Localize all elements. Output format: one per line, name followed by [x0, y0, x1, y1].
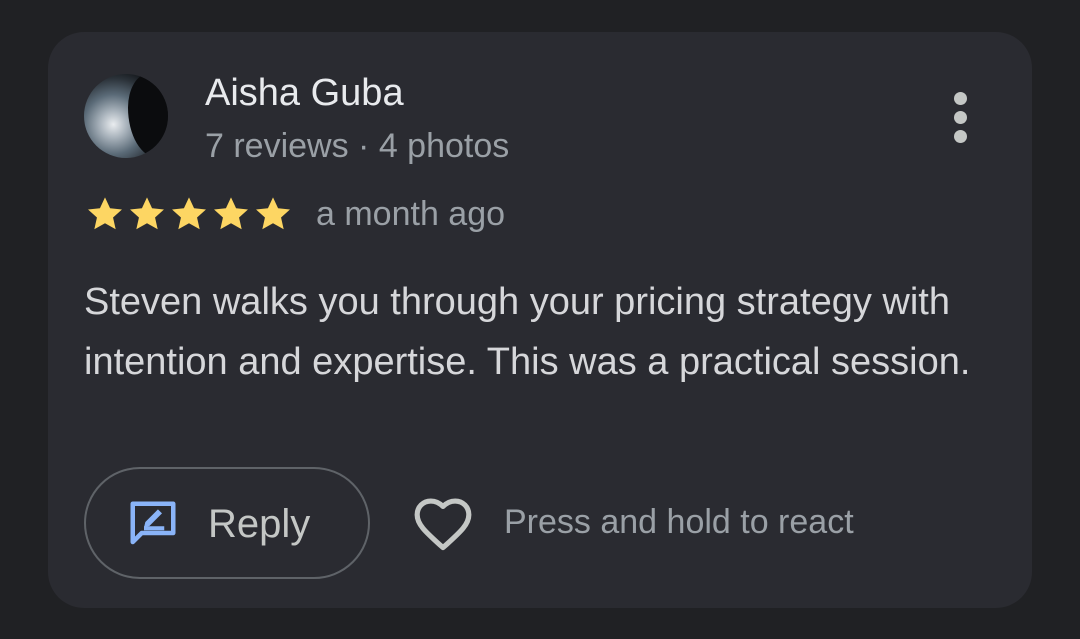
star-icon — [172, 197, 206, 230]
author-name[interactable]: Aisha Guba — [205, 70, 404, 116]
rating-row: a month ago — [84, 192, 505, 236]
react-hint: Press and hold to react — [504, 503, 854, 541]
star-rating — [84, 193, 294, 235]
star-icon — [88, 197, 122, 230]
more-dot — [953, 92, 967, 105]
reply-label: Reply — [208, 502, 311, 546]
avatar[interactable] — [84, 74, 168, 158]
star-icon — [256, 197, 290, 230]
review-card: Aisha Guba 7 reviews · 4 photos a month … — [48, 32, 1032, 608]
author-meta: 7 reviews · 4 photos — [205, 127, 510, 165]
heart-icon[interactable] — [412, 494, 474, 552]
more-dot — [953, 111, 967, 124]
avatar-silhouette — [128, 74, 168, 158]
more-dot — [953, 130, 967, 143]
reply-button[interactable]: Reply — [84, 467, 370, 579]
star-icon — [214, 197, 248, 230]
reply-edit-icon — [130, 501, 176, 545]
more-options-icon[interactable] — [946, 92, 974, 144]
review-text: Steven walks you through your pricing st… — [84, 281, 971, 383]
review-time: a month ago — [316, 195, 506, 233]
star-icon — [130, 197, 164, 230]
